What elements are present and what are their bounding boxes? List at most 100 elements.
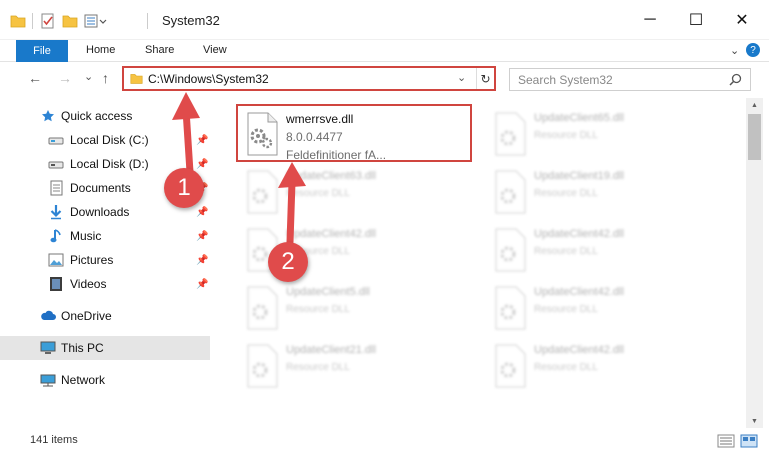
large-icons-view-icon[interactable] (740, 434, 758, 448)
step-1-callout: 1 (164, 168, 204, 208)
divider-icon (147, 13, 148, 29)
file-name: UpdateClient42.dll (534, 344, 624, 356)
folder-icon[interactable] (10, 13, 26, 29)
file-tile[interactable]: UpdateClient19.dll Resource DLL (486, 164, 724, 222)
file-type: Resource DLL (286, 188, 350, 199)
close-icon: ✕ (735, 12, 749, 29)
tab-file[interactable]: File (16, 40, 68, 62)
maximize-icon: ☐ (688, 12, 704, 29)
dll-file-icon (492, 228, 528, 272)
file-name: UpdateClient5.dll (286, 286, 370, 298)
sidebar-item-label: Local Disk (C:) (70, 133, 149, 147)
music-icon (48, 228, 64, 244)
sidebar-item-local-disk-c[interactable]: Local Disk (C:) 📌 (0, 128, 210, 152)
dll-file-icon (492, 170, 528, 214)
divider-icon (32, 13, 33, 29)
file-tile[interactable]: UpdateClient63.dll Resource DLL (238, 164, 476, 222)
scroll-thumb[interactable] (748, 114, 761, 160)
search-box[interactable]: Search System32 (509, 68, 751, 91)
folder-icon (130, 72, 143, 85)
file-name: UpdateClient63.dll (286, 170, 376, 182)
status-bar: 141 items (0, 428, 769, 469)
close-button[interactable]: ✕ (719, 0, 765, 40)
pin-icon[interactable]: 📌 (196, 279, 208, 290)
sidebar-item-label: Pictures (70, 253, 114, 267)
search-input[interactable]: Search System32 (518, 73, 613, 87)
pin-icon[interactable]: 📌 (196, 207, 208, 218)
pin-icon[interactable]: 📌 (196, 135, 208, 146)
file-tile[interactable]: UpdateClient42.dll Resource DLL (486, 222, 724, 280)
ribbon-tabs: File Home Share View ⌄ ? (0, 40, 769, 62)
file-name: UpdateClient42.dll (286, 228, 376, 240)
file-type: Resource DLL (534, 304, 598, 315)
file-tile[interactable]: UpdateClient42.dll Resource DLL (486, 338, 724, 396)
file-tile[interactable]: UpdateClient5.dll Resource DLL (238, 280, 476, 338)
sidebar-item-this-pc[interactable]: This PC (0, 336, 210, 360)
file-tile[interactable]: UpdateClient65.dll Resource DLL (486, 106, 724, 164)
network-icon (40, 372, 56, 388)
file-type: Resource DLL (534, 362, 598, 373)
details-view-icon[interactable] (717, 434, 735, 448)
file-tile[interactable]: UpdateClient21.dll Resource DLL (238, 338, 476, 396)
minimize-button[interactable]: ─ (627, 0, 673, 40)
drive-icon (48, 156, 64, 172)
dll-file-icon (492, 112, 528, 156)
sidebar-item-quick-access[interactable]: Quick access (0, 104, 210, 128)
file-type: Resource DLL (286, 362, 350, 373)
tab-view[interactable]: View (203, 44, 227, 56)
pin-icon[interactable]: 📌 (196, 255, 208, 266)
sidebar-item-music[interactable]: Music 📌 (0, 224, 210, 248)
pin-icon[interactable]: 📌 (196, 231, 208, 242)
file-name: UpdateClient19.dll (534, 170, 624, 182)
computer-icon (40, 340, 56, 356)
maximize-button[interactable]: ☐ (673, 0, 719, 40)
dll-file-icon (492, 286, 528, 330)
address-bar[interactable]: C:\Windows\System32 ⌄ ↻ (122, 66, 496, 91)
star-icon (40, 108, 56, 124)
dll-file-icon (244, 170, 280, 214)
sidebar-item-label: This PC (61, 341, 104, 355)
forward-icon[interactable]: → (58, 70, 72, 86)
sidebar-item-label: Documents (70, 181, 131, 195)
tab-share[interactable]: Share (145, 44, 174, 56)
videos-icon (48, 276, 64, 292)
search-icon[interactable] (729, 73, 742, 89)
address-path[interactable]: C:\Windows\System32 (148, 72, 269, 86)
up-icon[interactable]: ↑ (102, 70, 109, 86)
navigation-bar: ← → ⌄ ↑ C:\Windows\System32 ⌄ ↻ Search S… (0, 62, 769, 98)
expand-ribbon-icon[interactable]: ⌄ (730, 44, 739, 57)
sidebar-item-network[interactable]: Network (0, 368, 210, 392)
scroll-up-icon[interactable]: ▲ (746, 98, 763, 112)
file-tile[interactable]: UpdateClient42.dll Resource DLL (486, 280, 724, 338)
minimize-icon: ─ (644, 11, 656, 28)
file-name: UpdateClient21.dll (286, 344, 376, 356)
file-name: UpdateClient42.dll (534, 228, 624, 240)
window-title: System32 (162, 13, 220, 28)
step-2-callout: 2 (268, 242, 308, 282)
sidebar-item-label: OneDrive (61, 309, 112, 323)
customize-toolbar-icon[interactable] (84, 13, 114, 29)
sidebar-item-pictures[interactable]: Pictures 📌 (0, 248, 210, 272)
pin-icon[interactable]: 📌 (196, 159, 208, 170)
sidebar-item-label: Music (70, 229, 102, 243)
sidebar-item-onedrive[interactable]: OneDrive (0, 304, 210, 328)
pictures-icon (48, 252, 64, 268)
navigation-pane: Quick access Local Disk (C:) 📌 Local Dis… (0, 98, 210, 428)
vertical-scrollbar[interactable]: ▲ ▼ (746, 98, 763, 428)
sidebar-item-videos[interactable]: Videos 📌 (0, 272, 210, 296)
back-icon[interactable]: ← (28, 70, 42, 86)
properties-icon[interactable] (40, 13, 56, 29)
downloads-icon (48, 204, 64, 220)
cloud-icon (40, 308, 56, 324)
file-highlight-box (236, 104, 472, 162)
tab-home[interactable]: Home (86, 44, 115, 56)
dll-file-icon (244, 286, 280, 330)
recent-locations-icon[interactable]: ⌄ (84, 70, 93, 83)
help-icon[interactable]: ? (746, 43, 760, 57)
sidebar-item-label: Quick access (61, 109, 133, 123)
refresh-icon[interactable]: ↻ (476, 68, 494, 89)
file-type: Resource DLL (534, 130, 598, 141)
chevron-down-icon[interactable]: ⌄ (457, 71, 466, 84)
new-folder-icon[interactable] (62, 13, 78, 29)
scroll-down-icon[interactable]: ▼ (746, 414, 763, 428)
